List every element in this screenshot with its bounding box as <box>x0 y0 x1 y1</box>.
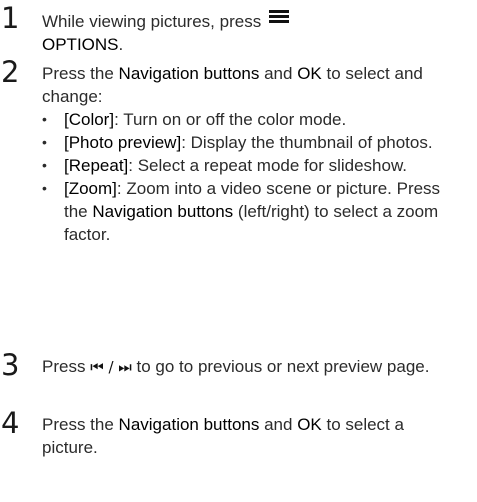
step-text: Press the Navigation buttons and OK to s… <box>42 415 404 457</box>
option-label: [Repeat] <box>64 156 129 175</box>
list-item: • [Color]: Turn on or off the color mode… <box>42 110 347 129</box>
options-label: OPTIONS <box>42 35 119 54</box>
prev-next-icon: ⏮ / ⏭ <box>90 358 132 376</box>
option-label: [Zoom] <box>64 179 117 198</box>
step-text: While viewing pictures, press OPTIONS. <box>42 8 462 56</box>
list-item: • [Photo preview]: Display the thumbnail… <box>42 133 433 152</box>
step-number: 2 <box>1 55 20 89</box>
options-list: • [Color]: Turn on or off the color mode… <box>42 108 462 246</box>
step-number: 3 <box>1 348 20 382</box>
step-text: Press the Navigation buttons and OK to s… <box>42 62 462 246</box>
bullet: • <box>42 180 47 196</box>
list-item: • [Repeat]: Select a repeat mode for sli… <box>42 156 408 175</box>
option-label: [Photo preview] <box>64 133 182 152</box>
bullet: • <box>42 134 47 150</box>
list-item: • [Zoom]: Zoom into a video scene or pic… <box>42 179 441 244</box>
step-intro: Press the Navigation buttons and OK to s… <box>42 64 423 106</box>
step-number: 4 <box>1 406 20 440</box>
step-number: 1 <box>1 1 20 35</box>
options-menu-icon <box>268 8 289 25</box>
option-label: [Color] <box>64 110 115 129</box>
bullet: • <box>42 111 47 127</box>
bullet: • <box>42 157 47 173</box>
step-text: Press ⏮ / ⏭ to go to previous or next pr… <box>42 357 430 376</box>
